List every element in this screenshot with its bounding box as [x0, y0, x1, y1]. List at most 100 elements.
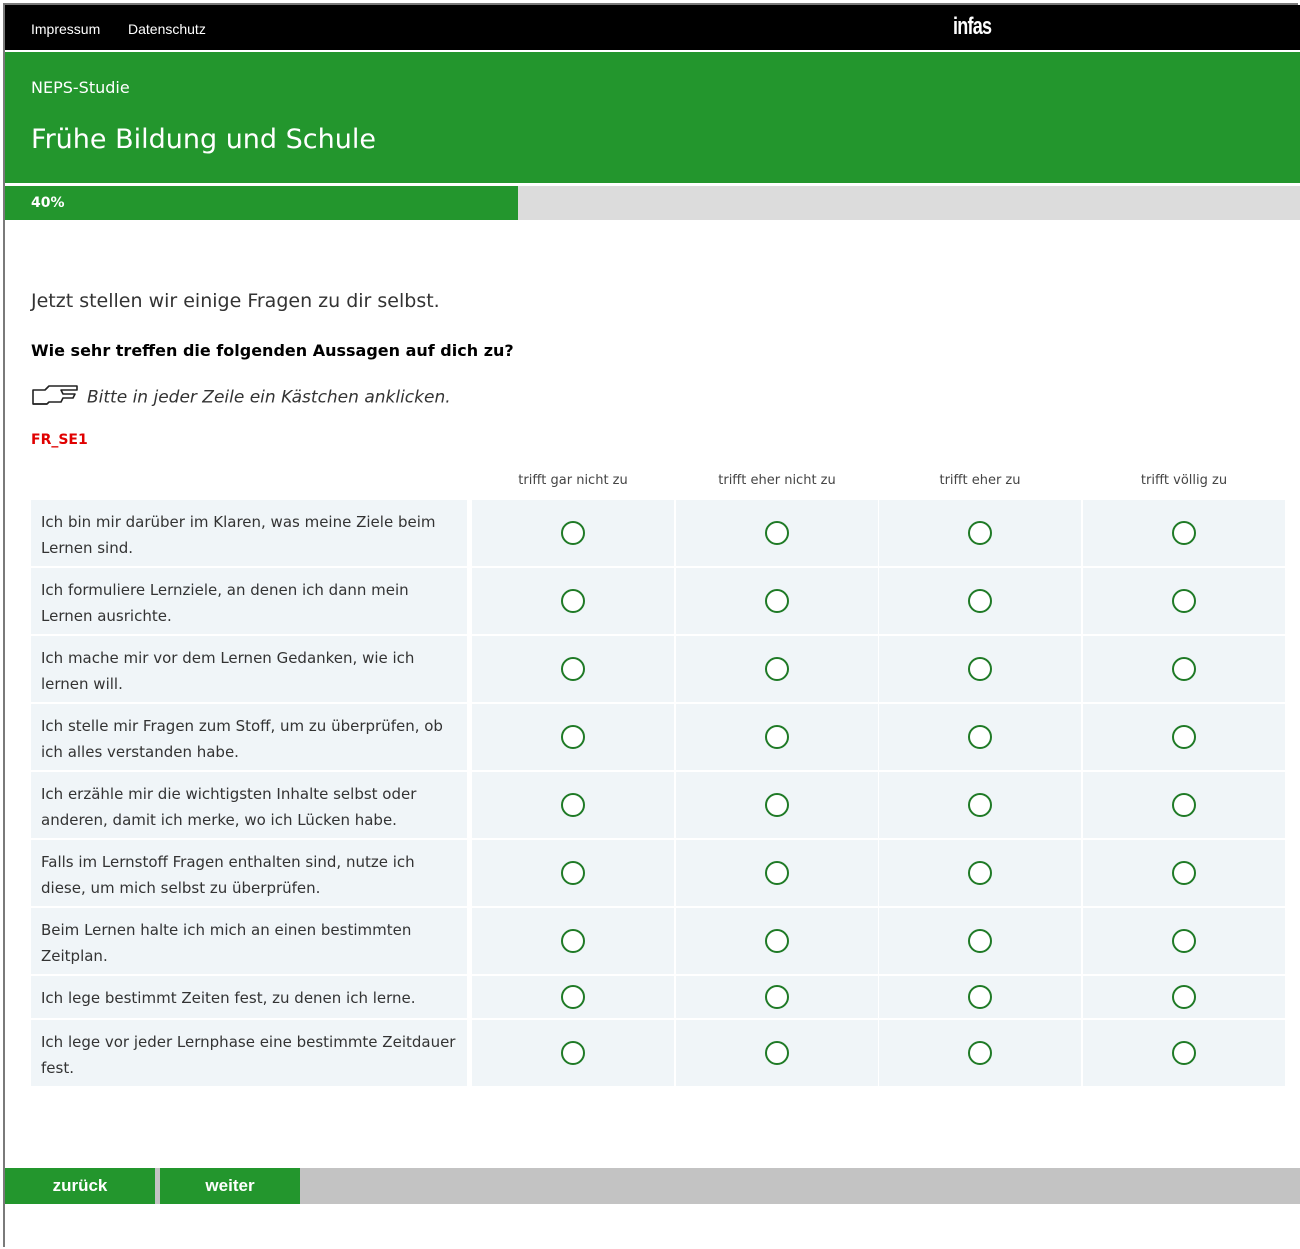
- radio-option[interactable]: [561, 521, 585, 545]
- hint-text: Bitte in jeder Zeile ein Kästchen anklic…: [87, 387, 451, 408]
- answer-cell: [472, 908, 674, 974]
- question-id: FR_SE1: [31, 432, 88, 448]
- item-text: Ich lege bestimmt Zeiten fest, zu denen …: [31, 976, 467, 1018]
- radio-option[interactable]: [765, 521, 789, 545]
- radio-option[interactable]: [1172, 1041, 1196, 1065]
- item-text: Ich formuliere Lernziele, an denen ich d…: [31, 568, 467, 634]
- answer-cell: [1083, 1020, 1285, 1086]
- datenschutz-link[interactable]: Datenschutz: [128, 21, 206, 37]
- radio-option[interactable]: [968, 725, 992, 749]
- answer-cell: [879, 500, 1081, 566]
- answer-cell: [472, 704, 674, 770]
- radio-option[interactable]: [561, 929, 585, 953]
- answer-cell: [472, 500, 674, 566]
- answer-cell: [1083, 500, 1285, 566]
- answer-cell: [676, 908, 878, 974]
- item-text: Ich erzähle mir die wichtigsten Inhalte …: [31, 772, 467, 838]
- page-title: Frühe Bildung und Schule: [31, 124, 376, 155]
- radio-option[interactable]: [968, 589, 992, 613]
- grid-row: Ich bin mir darüber im Klaren, was meine…: [31, 500, 1285, 566]
- radio-option[interactable]: [1172, 929, 1196, 953]
- radio-option[interactable]: [1172, 589, 1196, 613]
- radio-option[interactable]: [765, 929, 789, 953]
- answer-cell: [676, 500, 878, 566]
- radio-option[interactable]: [765, 657, 789, 681]
- grid-row: Ich lege bestimmt Zeiten fest, zu denen …: [31, 976, 1285, 1018]
- grid-row: Falls im Lernstoff Fragen enthalten sind…: [31, 840, 1285, 906]
- radio-option[interactable]: [968, 861, 992, 885]
- radio-option[interactable]: [561, 1041, 585, 1065]
- radio-option[interactable]: [765, 793, 789, 817]
- radio-option[interactable]: [765, 1041, 789, 1065]
- answer-cell: [879, 772, 1081, 838]
- radio-option[interactable]: [561, 861, 585, 885]
- answer-cell: [472, 568, 674, 634]
- radio-option[interactable]: [765, 985, 789, 1009]
- pointing-hand-icon: [31, 384, 81, 411]
- answer-cell: [472, 772, 674, 838]
- item-text: Beim Lernen halte ich mich an einen best…: [31, 908, 467, 974]
- answer-cell: [879, 704, 1081, 770]
- intro-text: Jetzt stellen wir einige Fragen zu dir s…: [31, 290, 440, 312]
- radio-option[interactable]: [968, 985, 992, 1009]
- radio-option[interactable]: [968, 657, 992, 681]
- column-header: trifft eher zu: [939, 473, 1021, 488]
- infas-logo: infas: [953, 13, 992, 40]
- radio-option[interactable]: [968, 793, 992, 817]
- answer-cell: [1083, 636, 1285, 702]
- radio-option[interactable]: [765, 589, 789, 613]
- radio-option[interactable]: [561, 725, 585, 749]
- column-header: trifft völlig zu: [1140, 473, 1228, 488]
- item-text: Ich bin mir darüber im Klaren, was meine…: [31, 500, 467, 566]
- radio-option[interactable]: [1172, 657, 1196, 681]
- grid-row: Ich lege vor jeder Lernphase eine bestim…: [31, 1020, 1285, 1086]
- next-button[interactable]: weiter: [160, 1168, 300, 1204]
- item-text: Ich lege vor jeder Lernphase eine bestim…: [31, 1020, 467, 1086]
- page-header: NEPS-Studie Frühe Bildung und Schule: [5, 52, 1300, 183]
- back-button[interactable]: zurück: [5, 1168, 155, 1204]
- question-text: Wie sehr treffen die folgenden Aussagen …: [31, 341, 514, 360]
- column-header: trifft gar nicht zu: [518, 473, 628, 488]
- answer-cell: [1083, 772, 1285, 838]
- grid-row: Ich stelle mir Fragen zum Stoff, um zu ü…: [31, 704, 1285, 770]
- grid-body: Ich bin mir darüber im Klaren, was meine…: [31, 500, 1285, 1086]
- answer-cell: [472, 1020, 674, 1086]
- radio-option[interactable]: [765, 725, 789, 749]
- study-name: NEPS-Studie: [31, 78, 130, 97]
- radio-option[interactable]: [765, 861, 789, 885]
- answer-cell: [676, 772, 878, 838]
- answer-cell: [472, 636, 674, 702]
- grid-row: Beim Lernen halte ich mich an einen best…: [31, 908, 1285, 974]
- grid-header: trifft gar nicht zu trifft eher nicht zu t…: [31, 464, 1285, 500]
- radio-option[interactable]: [1172, 521, 1196, 545]
- impressum-link[interactable]: Impressum: [31, 21, 100, 37]
- grid-row: Ich erzähle mir die wichtigsten Inhalte …: [31, 772, 1285, 838]
- radio-option[interactable]: [968, 521, 992, 545]
- progress-fill: [5, 186, 518, 220]
- answer-cell: [676, 976, 878, 1018]
- item-text: Ich stelle mir Fragen zum Stoff, um zu ü…: [31, 704, 467, 770]
- answer-cell: [1083, 976, 1285, 1018]
- radio-option[interactable]: [1172, 861, 1196, 885]
- progress-bar: 40%: [5, 186, 1300, 220]
- radio-option[interactable]: [561, 657, 585, 681]
- radio-option[interactable]: [1172, 793, 1196, 817]
- radio-option[interactable]: [561, 985, 585, 1009]
- radio-option[interactable]: [968, 1041, 992, 1065]
- top-bar: Impressum Datenschutz infas: [5, 5, 1300, 50]
- radio-option[interactable]: [1172, 985, 1196, 1009]
- answer-cell: [879, 568, 1081, 634]
- footer-nav: zurück weiter: [5, 1168, 1300, 1204]
- column-header: trifft eher nicht zu: [718, 473, 836, 488]
- progress-label: 40%: [31, 195, 65, 211]
- radio-option[interactable]: [561, 589, 585, 613]
- grid-row: Ich formuliere Lernziele, an denen ich d…: [31, 568, 1285, 634]
- answer-cell: [879, 636, 1081, 702]
- radio-option[interactable]: [1172, 725, 1196, 749]
- answer-cell: [1083, 908, 1285, 974]
- answer-cell: [879, 976, 1081, 1018]
- radio-option[interactable]: [968, 929, 992, 953]
- radio-option[interactable]: [561, 793, 585, 817]
- answer-cell: [676, 704, 878, 770]
- answer-cell: [472, 976, 674, 1018]
